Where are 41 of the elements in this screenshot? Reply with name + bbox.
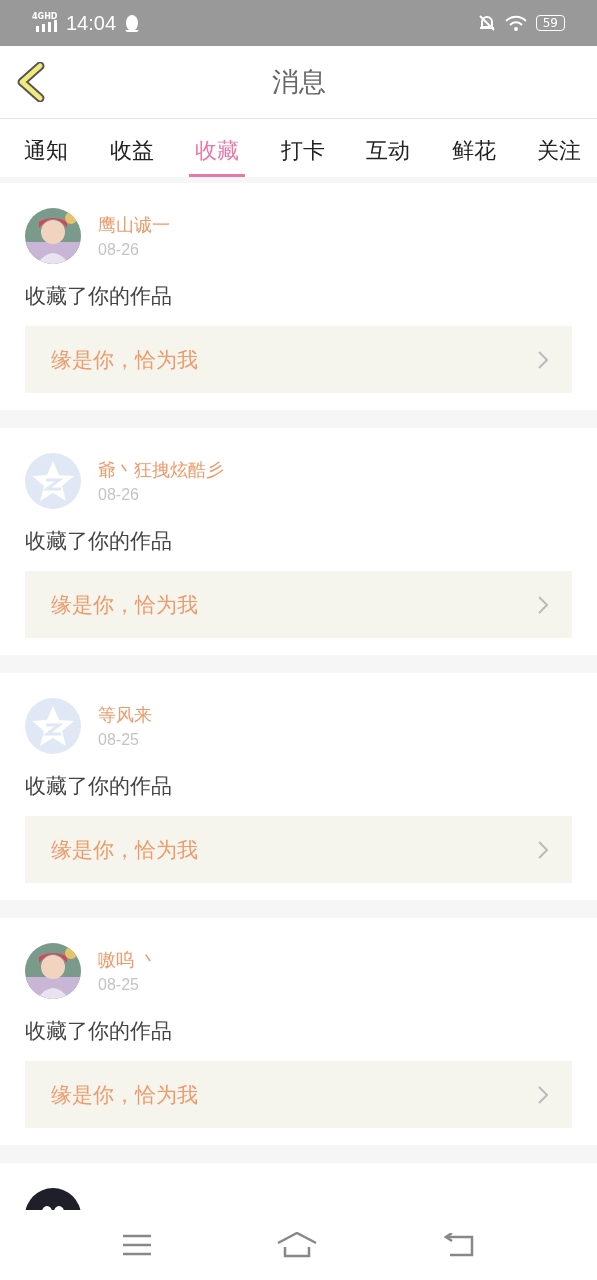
wifi-icon	[503, 14, 528, 32]
page-title: 消息	[271, 65, 326, 99]
tab[interactable]: 关注	[531, 119, 587, 177]
message-date: 08-25	[98, 976, 140, 994]
menu-icon[interactable]	[123, 1234, 152, 1256]
tab[interactable]: 通知	[18, 119, 74, 177]
home-icon[interactable]	[277, 1232, 318, 1258]
signal-icon	[36, 20, 58, 32]
battery-indicator: 59	[535, 15, 565, 31]
message-date: 08-26	[98, 241, 140, 259]
bell-off-icon	[477, 14, 496, 32]
user-name[interactable]: 等风来	[98, 703, 152, 727]
work-link[interactable]: 缘是你，恰为我	[25, 816, 572, 883]
star-avatar-icon	[25, 453, 81, 509]
message-text: 收藏了你的作品	[25, 1018, 173, 1045]
tab[interactable]: 鲜花	[445, 119, 502, 177]
chevron-right-icon	[538, 1085, 548, 1104]
back-button[interactable]	[16, 62, 46, 102]
user-name[interactable]: 鹰山诚一	[98, 213, 170, 237]
chevron-right-icon	[538, 840, 548, 859]
message-date: 08-25	[98, 731, 140, 749]
user-name[interactable]: 爺丶狂拽炫酷彡	[98, 458, 224, 482]
work-link[interactable]: 缘是你，恰为我	[25, 1061, 572, 1128]
tab[interactable]: 互动	[360, 119, 416, 177]
work-link[interactable]: 缘是你，恰为我	[25, 571, 572, 638]
message-text: 收藏了你的作品	[25, 283, 173, 310]
network-label: 4GHD	[32, 11, 58, 21]
tab[interactable]: 打卡	[274, 119, 331, 177]
work-link[interactable]: 缘是你，恰为我	[25, 326, 572, 393]
star-avatar-icon	[25, 698, 81, 754]
clock: 14:04	[66, 11, 117, 35]
message-date: 08-26	[98, 486, 140, 504]
tab[interactable]: 收藏	[189, 119, 245, 177]
chevron-right-icon	[538, 350, 548, 369]
chevron-right-icon	[538, 595, 548, 614]
message-text: 收藏了你的作品	[25, 528, 173, 555]
message-text: 收藏了你的作品	[25, 773, 173, 800]
user-name[interactable]: 嗷呜 丶	[98, 948, 158, 972]
penguin-icon	[124, 14, 141, 32]
tab[interactable]: 收益	[103, 119, 160, 177]
back-icon[interactable]	[443, 1233, 474, 1257]
